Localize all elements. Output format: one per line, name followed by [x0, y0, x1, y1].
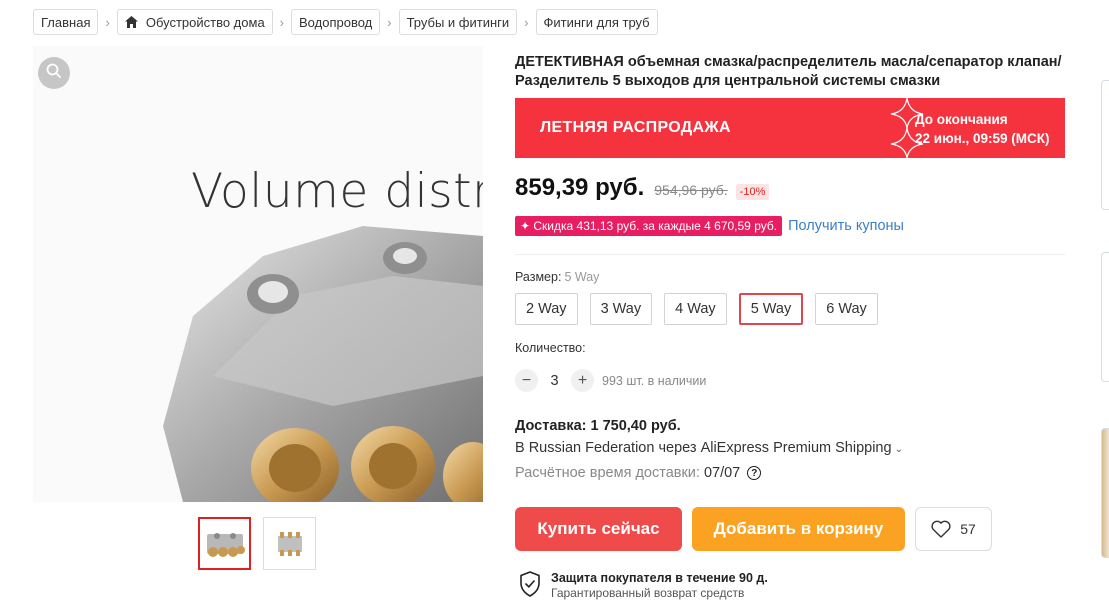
shipping-eta: Расчётное время доставки: 07/07 ?	[515, 465, 762, 481]
buyer-protection-title: Защита покупателя в течение 90 д.	[551, 571, 768, 585]
size-option-6-way[interactable]: 6 Way	[815, 293, 878, 325]
promo-deadline: До окончания 22 июн., 09:59 (МСК)	[915, 110, 1050, 148]
breadcrumb-separator: ›	[387, 14, 392, 30]
price-row: 859,39 руб. 954,96 руб. -10%	[515, 174, 770, 202]
size-option-5-way[interactable]: 5 Way	[738, 293, 804, 325]
discount-badge: -10%	[735, 184, 770, 200]
thumbnail-main[interactable]	[198, 517, 251, 570]
breadcrumb-separator: ›	[524, 14, 529, 30]
shield-check-icon	[520, 571, 540, 597]
shipping-eta-label: Расчётное время доставки:	[515, 465, 700, 481]
quantity-label: Количество:	[515, 341, 586, 355]
magnifier-icon	[46, 63, 62, 84]
recommendation-card[interactable]	[1101, 80, 1109, 210]
buyer-protection-subtitle: Гарантированный возврат средств	[551, 586, 745, 600]
product-title: ДЕТЕКТИВНАЯ объемная смазка/распределите…	[515, 54, 1062, 89]
size-label: Размер: 5 Way	[515, 270, 599, 284]
breadcrumb: Главная › Обустройство дома › Водопровод…	[33, 9, 658, 35]
thumbnail-diagram[interactable]	[263, 517, 316, 570]
size-options: 2 Way 3 Way 4 Way 5 Way 6 Way	[515, 293, 890, 325]
size-label-text: Размер:	[515, 270, 562, 284]
breadcrumb-label: Фитинги для труб	[543, 14, 650, 30]
quantity-increase-button[interactable]: +	[571, 369, 594, 392]
stock-count: 993 шт. в наличии	[602, 373, 707, 388]
quantity-value[interactable]: 3	[538, 373, 571, 389]
old-price: 954,96 руб.	[654, 182, 728, 198]
size-option-2-way[interactable]: 2 Way	[515, 293, 578, 325]
quantity-stepper: − 3 + 993 шт. в наличии	[515, 369, 706, 392]
shipping-cost: Доставка: 1 750,40 руб.	[515, 418, 681, 434]
shipping-eta-date: 07/07	[703, 465, 741, 481]
promo-deadline-line2: 22 июн., 09:59 (МСК)	[915, 131, 1050, 146]
shipping-method[interactable]: В Russian Federation через AliExpress Pr…	[515, 440, 903, 456]
thumbnail-image	[206, 532, 245, 557]
wishlist-count: 57	[960, 521, 976, 537]
chevron-down-icon: ⌄	[894, 444, 903, 455]
breadcrumb-item-pipes-fittings[interactable]: Трубы и фитинги	[398, 9, 518, 35]
promo-deadline-line1: До окончания	[915, 112, 1008, 127]
current-price: 859,39 руб.	[515, 174, 645, 201]
divider	[515, 254, 1065, 255]
thumbnail-image	[277, 531, 302, 556]
shipping-method-text: В Russian Federation через AliExpress Pr…	[515, 440, 892, 456]
breadcrumb-item-home[interactable]: Главная	[33, 9, 99, 35]
promo-banner: ЛЕТНЯЯ РАСПРОДАЖА До окончания 22 июн., …	[515, 98, 1065, 158]
add-to-cart-button[interactable]: Добавить в корзину	[692, 507, 905, 551]
coupon-row: ✦ Скидка 431,13 руб. за каждые 4 670,59 …	[515, 216, 904, 236]
breadcrumb-label: Главная	[41, 14, 91, 30]
zoom-button[interactable]	[38, 57, 70, 89]
size-option-3-way[interactable]: 3 Way	[589, 293, 653, 325]
breadcrumb-label: Обустройство дома	[145, 14, 265, 30]
breadcrumb-label: Водопровод	[299, 14, 373, 30]
help-icon[interactable]: ?	[747, 466, 762, 480]
heart-icon	[931, 520, 951, 538]
recommendation-card[interactable]	[1101, 252, 1109, 382]
breadcrumb-item-home-improvement[interactable]: Обустройство дома	[116, 9, 273, 35]
buy-now-button[interactable]: Купить сейчас	[515, 507, 682, 551]
recommendation-card[interactable]	[1101, 428, 1109, 558]
size-option-4-way[interactable]: 4 Way	[664, 293, 727, 325]
home-icon	[124, 16, 138, 28]
quantity-decrease-button[interactable]: −	[515, 369, 538, 392]
coupon-badge: ✦ Скидка 431,13 руб. за каждые 4 670,59 …	[515, 216, 783, 236]
promo-name: ЛЕТНЯЯ РАСПРОДАЖА	[540, 119, 731, 136]
breadcrumb-item-pipe-fittings[interactable]: Фитинги для труб	[535, 9, 658, 35]
buyer-protection: Защита покупателя в течение 90 д. Гарант…	[519, 571, 768, 601]
get-coupons-link[interactable]: Получить купоны	[788, 218, 904, 234]
breadcrumb-label: Трубы и фитинги	[406, 14, 510, 30]
breadcrumb-item-plumbing[interactable]: Водопровод	[291, 9, 381, 35]
product-photo	[163, 226, 483, 502]
wishlist-button[interactable]: 57	[915, 507, 992, 551]
size-selected-value: 5 Way	[564, 270, 600, 284]
breadcrumb-separator: ›	[279, 14, 285, 30]
breadcrumb-separator: ›	[105, 14, 110, 30]
product-main-image[interactable]: Volume distrib	[33, 46, 483, 502]
